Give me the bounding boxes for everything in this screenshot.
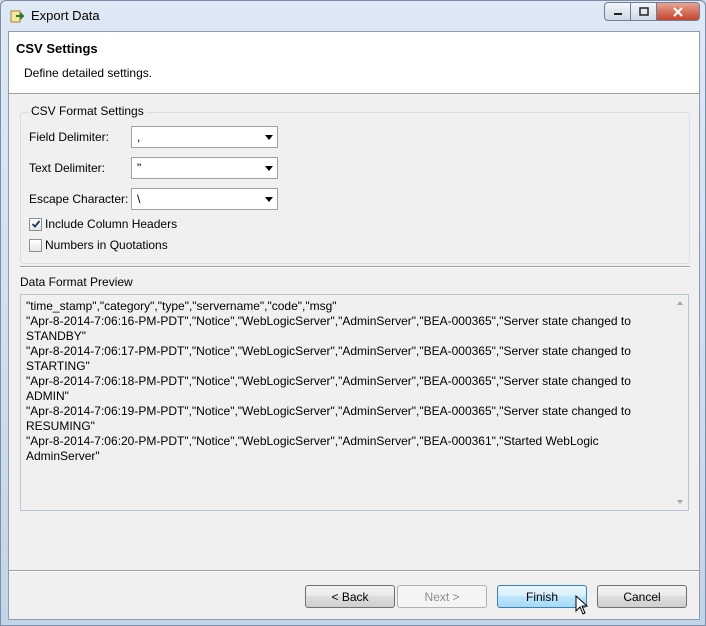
checkmark-icon — [31, 220, 40, 228]
chevron-down-icon — [265, 197, 273, 202]
preview-scrollbar[interactable] — [672, 295, 688, 510]
export-data-window: Export Data CSV Settings Define detailed… — [0, 0, 706, 626]
field-delimiter-row: Field Delimiter: , — [29, 126, 278, 148]
text-delimiter-combo[interactable]: " — [131, 157, 278, 179]
page-title: CSV Settings — [16, 41, 98, 56]
close-button[interactable] — [656, 2, 700, 21]
escape-character-row: Escape Character: \ — [29, 188, 278, 210]
numbers-in-quotations-label: Numbers in Quotations — [45, 238, 168, 252]
window-controls — [604, 2, 700, 21]
finish-button[interactable]: Finish — [497, 585, 587, 608]
minimize-button[interactable] — [604, 2, 630, 21]
maximize-icon — [638, 7, 649, 16]
text-delimiter-label: Text Delimiter: — [29, 161, 106, 175]
field-delimiter-label: Field Delimiter: — [29, 130, 110, 144]
include-column-headers-label: Include Column Headers — [45, 217, 178, 231]
include-column-headers-checkbox[interactable] — [29, 217, 42, 231]
chevron-down-icon — [265, 166, 273, 171]
preview-line: "Apr-8-2014-7:06:16-PM-PDT","Notice","We… — [26, 314, 635, 343]
data-format-preview[interactable]: "time_stamp","category","type","serverna… — [20, 294, 689, 511]
numbers-in-quotations-option[interactable]: Numbers in Quotations — [29, 238, 168, 252]
cancel-button[interactable]: Cancel — [597, 585, 687, 608]
title-bar[interactable]: Export Data — [1, 1, 705, 31]
window-title: Export Data — [31, 8, 100, 23]
preview-line: "Apr-8-2014-7:06:19-PM-PDT","Notice","We… — [26, 404, 635, 433]
numbers-in-quotations-checkbox[interactable] — [29, 238, 42, 252]
text-delimiter-row: Text Delimiter: " — [29, 157, 278, 179]
csv-format-settings-group: CSV Format Settings Field Delimiter: , T… — [20, 104, 690, 264]
back-button[interactable]: < Back — [305, 585, 395, 608]
include-column-headers-option[interactable]: Include Column Headers — [29, 217, 177, 231]
group-label: CSV Format Settings — [29, 104, 146, 118]
preview-line: "time_stamp","category","type","serverna… — [26, 299, 337, 313]
preview-line: "Apr-8-2014-7:06:18-PM-PDT","Notice","We… — [26, 374, 634, 403]
close-icon — [673, 6, 683, 17]
minimize-icon — [613, 12, 622, 15]
section-divider — [20, 266, 690, 268]
maximize-button[interactable] — [630, 2, 656, 21]
wizard-header: CSV Settings Define detailed settings. — [9, 32, 699, 94]
preview-line: "Apr-8-2014-7:06:20-PM-PDT","Notice","We… — [26, 434, 602, 463]
chevron-down-icon — [265, 135, 273, 140]
preview-text: "time_stamp","category","type","serverna… — [26, 299, 671, 464]
field-delimiter-value: , — [137, 130, 141, 144]
dialog-client-area: CSV Settings Define detailed settings. C… — [8, 31, 700, 620]
footer-divider — [9, 570, 699, 572]
scroll-down-icon[interactable] — [677, 500, 683, 504]
export-data-icon — [10, 10, 25, 23]
next-button[interactable]: Next > — [397, 585, 487, 608]
page-description: Define detailed settings. — [24, 66, 153, 80]
escape-character-label: Escape Character: — [29, 192, 129, 206]
escape-character-combo[interactable]: \ — [131, 188, 278, 210]
preview-label: Data Format Preview — [20, 275, 133, 289]
preview-line: "Apr-8-2014-7:06:17-PM-PDT","Notice","We… — [26, 344, 635, 373]
mouse-cursor-icon — [575, 595, 589, 615]
escape-character-value: \ — [137, 192, 141, 206]
field-delimiter-combo[interactable]: , — [131, 126, 278, 148]
text-delimiter-value: " — [137, 161, 142, 175]
scroll-up-icon[interactable] — [677, 301, 683, 305]
